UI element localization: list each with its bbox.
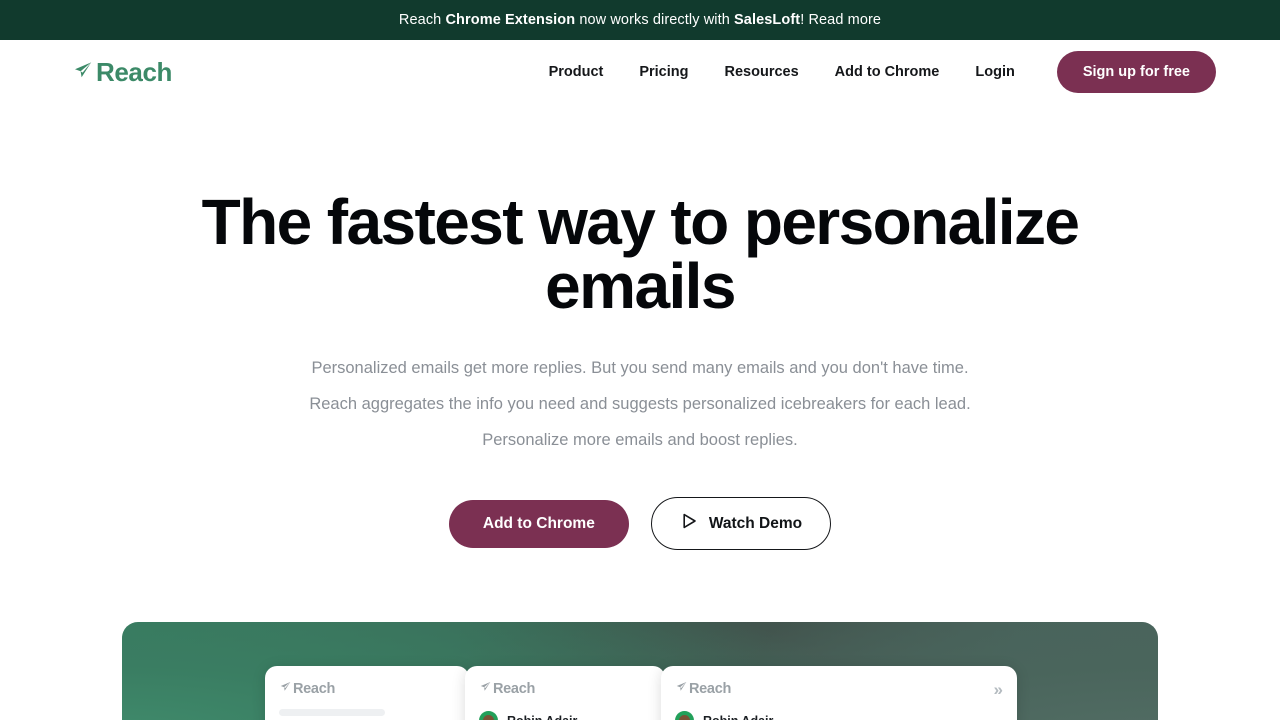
card-logo: Reach <box>279 680 335 698</box>
add-to-chrome-button[interactable]: Add to Chrome <box>448 499 629 548</box>
showcase-section: Reach Reach Reach » <box>0 622 1280 720</box>
announcement-banner[interactable]: Reach Chrome Extension now works directl… <box>0 0 1280 40</box>
hero-subtitle-line-2: Reach aggregates the info you need and s… <box>309 395 971 413</box>
watch-demo-label: Watch Demo <box>708 514 803 532</box>
card-header: Reach » <box>675 680 1003 698</box>
showcase-gradient-panel: Reach Reach Reach » <box>122 622 1158 720</box>
nav-item-login[interactable]: Login <box>957 64 1032 80</box>
hero-subtitle: Personalized emails get more replies. Bu… <box>0 350 1280 458</box>
hero-subtitle-line-1: Personalized emails get more replies. Bu… <box>311 359 969 377</box>
announcement-middle: now works directly with <box>575 12 735 28</box>
main-nav: Product Pricing Resources Add to Chrome … <box>531 51 1216 93</box>
site-header: Reach Product Pricing Resources Add to C… <box>0 40 1280 104</box>
nav-item-add-to-chrome[interactable]: Add to Chrome <box>817 64 958 80</box>
watch-demo-button[interactable]: Watch Demo <box>650 497 832 550</box>
card-header: Reach <box>479 680 651 698</box>
showcase-card[interactable]: Reach » Robin Adair <box>661 666 1017 720</box>
paper-plane-icon <box>675 680 688 698</box>
lead-name: Robin Adair <box>703 714 773 720</box>
nav-item-resources[interactable]: Resources <box>707 64 817 80</box>
lead-name: Robin Adair <box>507 714 577 720</box>
signup-button[interactable]: Sign up for free <box>1056 51 1216 93</box>
paper-plane-icon <box>279 680 292 698</box>
announcement-read-more[interactable]: ! Read more <box>800 12 881 28</box>
card-header: Reach <box>279 680 455 698</box>
showcase-card[interactable]: Reach Robin Adair <box>465 666 665 720</box>
play-triangle-icon <box>680 512 698 535</box>
hero-subtitle-line-3: Personalize more emails and boost replie… <box>482 431 798 449</box>
showcase-card[interactable]: Reach <box>265 666 469 720</box>
nav-item-product[interactable]: Product <box>531 64 622 80</box>
page-title: The fastest way to personalize emails <box>201 186 1080 322</box>
card-logo-text: Reach <box>293 681 336 697</box>
card-logo: Reach <box>675 680 731 698</box>
logo[interactable]: Reach <box>72 57 172 88</box>
double-chevron-right-icon[interactable]: » <box>994 681 1003 698</box>
avatar <box>479 711 498 720</box>
paper-plane-icon <box>72 59 94 86</box>
avatar <box>675 711 694 720</box>
card-logo: Reach <box>479 680 535 698</box>
paper-plane-icon <box>479 680 492 698</box>
announcement-bold-salesloft: SalesLoft <box>734 12 801 28</box>
logo-text: Reach <box>96 56 173 87</box>
announcement-prefix: Reach <box>398 12 446 28</box>
announcement-text: Reach Chrome Extension now works directl… <box>399 12 881 28</box>
lead-row: Robin Adair <box>675 711 1003 720</box>
lead-row: Robin Adair <box>479 711 651 720</box>
placeholder-bar <box>279 709 385 716</box>
hero-cta-group: Add to Chrome Watch Demo <box>0 497 1280 550</box>
card-logo-text: Reach <box>689 681 732 697</box>
card-logo-text: Reach <box>493 681 536 697</box>
nav-item-pricing[interactable]: Pricing <box>621 64 706 80</box>
announcement-bold-chrome-extension: Chrome Extension <box>445 12 576 28</box>
hero-section: The fastest way to personalize emails Pe… <box>0 104 1280 550</box>
